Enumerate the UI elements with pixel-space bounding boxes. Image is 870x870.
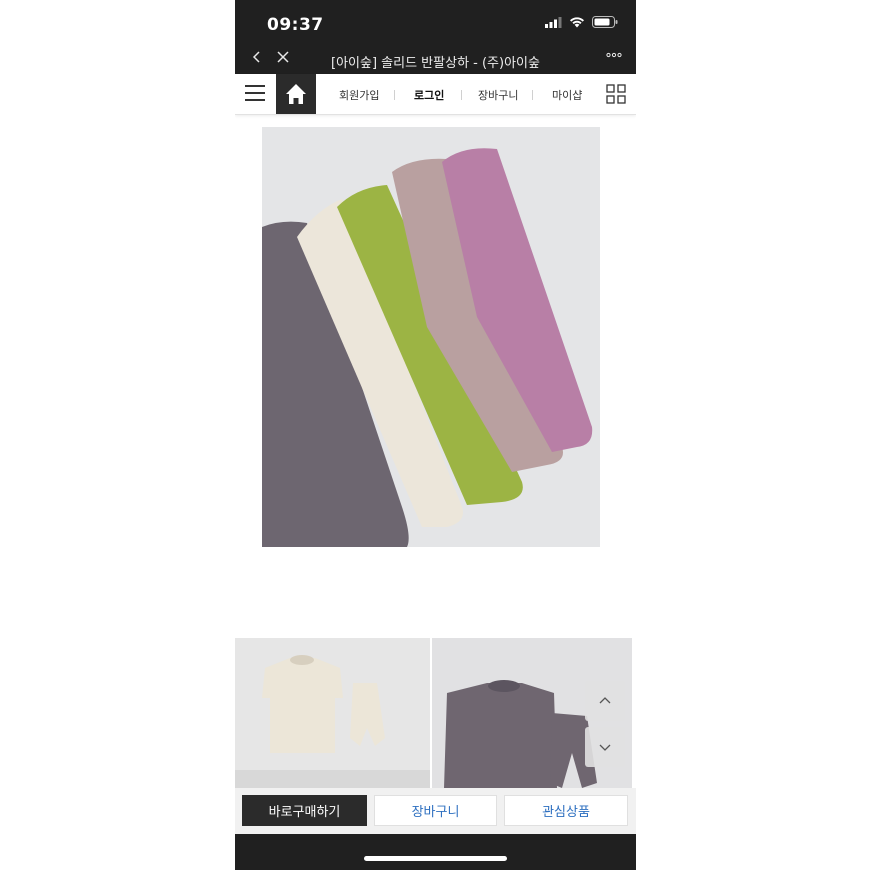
home-icon xyxy=(286,84,306,104)
menu-bar xyxy=(245,99,265,101)
scroll-down-button[interactable] xyxy=(585,727,625,767)
purchase-action-bar: 바로구매하기 장바구니 관심상품 xyxy=(235,788,636,834)
menu-bar xyxy=(245,92,265,94)
nav-link-signup[interactable]: 회원가입 xyxy=(339,87,379,103)
chevron-down-icon xyxy=(599,744,611,751)
nav-link-myshop[interactable]: 마이샵 xyxy=(552,87,582,103)
status-bar: 09:37 xyxy=(235,0,636,46)
nav-link-cart[interactable]: 장바구니 xyxy=(478,87,518,103)
grid-icon xyxy=(606,84,626,104)
more-dots-icon xyxy=(606,52,622,58)
product-main-image xyxy=(262,127,600,547)
nav-divider xyxy=(394,90,395,100)
site-navigation: 회원가입 로그인 장바구니 마이샵 xyxy=(235,74,636,115)
chevron-up-icon xyxy=(599,697,611,704)
wishlist-button[interactable]: 관심상품 xyxy=(504,795,628,826)
home-indicator[interactable] xyxy=(364,856,507,861)
home-indicator-bar xyxy=(235,834,636,870)
category-grid-button[interactable] xyxy=(606,84,626,104)
status-icons xyxy=(545,16,618,28)
add-to-cart-button[interactable]: 장바구니 xyxy=(374,795,497,826)
battery-icon xyxy=(592,16,618,28)
hamburger-menu-button[interactable] xyxy=(245,85,265,101)
signal-icon xyxy=(545,16,562,28)
nav-divider xyxy=(461,90,462,100)
scroll-up-button[interactable] xyxy=(585,681,625,721)
wifi-icon xyxy=(570,17,584,28)
browser-toolbar: [아이숲] 솔리드 반팔상하 - (주)아이숲 xyxy=(235,46,636,74)
more-options-button[interactable] xyxy=(606,48,622,66)
page-title: [아이숲] 솔리드 반팔상하 - (주)아이숲 xyxy=(331,56,540,71)
status-time: 09:37 xyxy=(267,15,324,35)
home-button[interactable] xyxy=(276,74,316,114)
phone-screen: 09:37 [아이숲] 솔리드 반팔상하 - (주)아이숲 회원가입 로그인 장… xyxy=(235,0,636,870)
product-thumbnail-cream[interactable] xyxy=(235,638,430,788)
buy-now-button[interactable]: 바로구매하기 xyxy=(242,795,367,826)
menu-bar xyxy=(245,85,265,87)
nav-divider xyxy=(532,90,533,100)
nav-link-login[interactable]: 로그인 xyxy=(414,87,444,103)
